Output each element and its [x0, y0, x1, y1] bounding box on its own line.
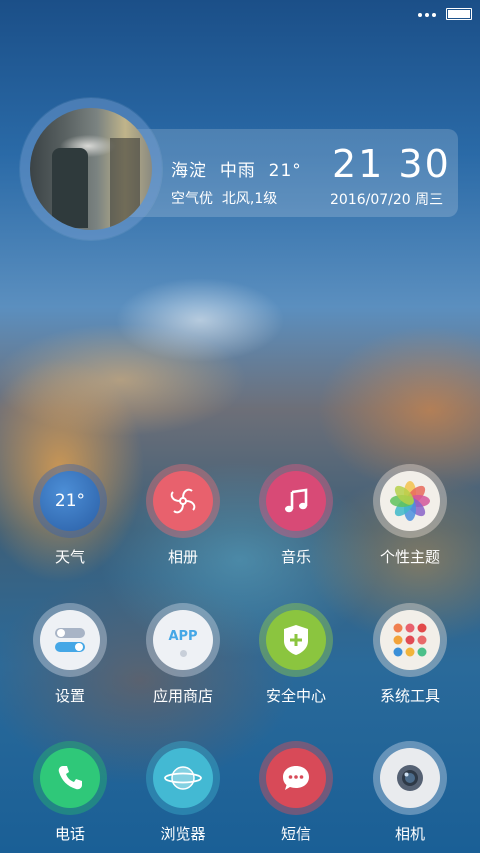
wind-info: 北风,1级	[221, 191, 278, 207]
clock-date: 2016/07/20	[330, 192, 411, 208]
app-settings[interactable]: 设置	[15, 603, 125, 713]
dock-browser[interactable]: 浏览器	[128, 741, 238, 851]
weather-icon: 21°	[40, 471, 100, 531]
pinwheel-icon	[153, 471, 213, 531]
folder-grid-icon	[380, 610, 440, 670]
weather-location: 海淀	[171, 161, 207, 181]
weather-condition: 中雨	[219, 161, 256, 181]
app-store-icon: APP	[153, 610, 213, 670]
battery-icon	[446, 8, 472, 20]
app-label: 相机	[394, 825, 425, 843]
app-label: 相册	[167, 548, 198, 566]
app-label: 设置	[54, 687, 85, 705]
dots-icon	[418, 13, 436, 17]
app-label: 浏览器	[160, 825, 206, 843]
planet-icon	[153, 748, 213, 808]
app-security[interactable]: 安全中心	[241, 603, 351, 713]
shield-plus-icon	[266, 610, 326, 670]
phone-icon	[40, 748, 100, 808]
message-bubble-icon	[266, 748, 326, 808]
clock-date-line: 2016/07/20 周三	[330, 189, 443, 209]
app-gallery[interactable]: 相册	[128, 464, 238, 574]
app-tools-folder[interactable]: 系统工具	[355, 603, 465, 713]
dock-sms[interactable]: 短信	[241, 741, 351, 851]
app-label: 音乐	[280, 548, 311, 566]
app-label: 短信	[280, 825, 311, 843]
app-label: 安全中心	[265, 687, 326, 705]
dock-phone[interactable]: 电话	[15, 741, 125, 851]
weather-temp-badge: 21°	[54, 491, 86, 511]
weather-photo[interactable]	[30, 108, 152, 230]
air-quality: 空气优	[171, 191, 213, 207]
app-label: 应用商店	[152, 687, 213, 705]
app-store-badge: APP	[168, 629, 198, 644]
dock-camera[interactable]: 相机	[355, 741, 465, 851]
status-bar	[0, 0, 480, 28]
app-label: 电话	[54, 825, 85, 843]
weather-location-line: 海淀 中雨 21°	[171, 156, 302, 181]
app-appstore[interactable]: APP 应用商店	[128, 603, 238, 713]
camera-lens-icon	[380, 748, 440, 808]
weather-air-line: 空气优 北风,1级	[171, 188, 277, 208]
clock-time[interactable]: 21 30	[332, 142, 451, 186]
weather-temperature: 21°	[268, 161, 302, 181]
app-label: 系统工具	[379, 687, 440, 705]
app-label: 天气	[54, 548, 85, 566]
app-themes[interactable]: 个性主题	[355, 464, 465, 574]
music-note-icon	[266, 471, 326, 531]
app-music[interactable]: 音乐	[241, 464, 351, 574]
clock-weekday: 周三	[415, 192, 444, 208]
toggle-switch-icon	[40, 610, 100, 670]
color-flower-icon	[380, 471, 440, 531]
app-weather[interactable]: 21° 天气	[15, 464, 125, 574]
app-label: 个性主题	[379, 548, 440, 566]
